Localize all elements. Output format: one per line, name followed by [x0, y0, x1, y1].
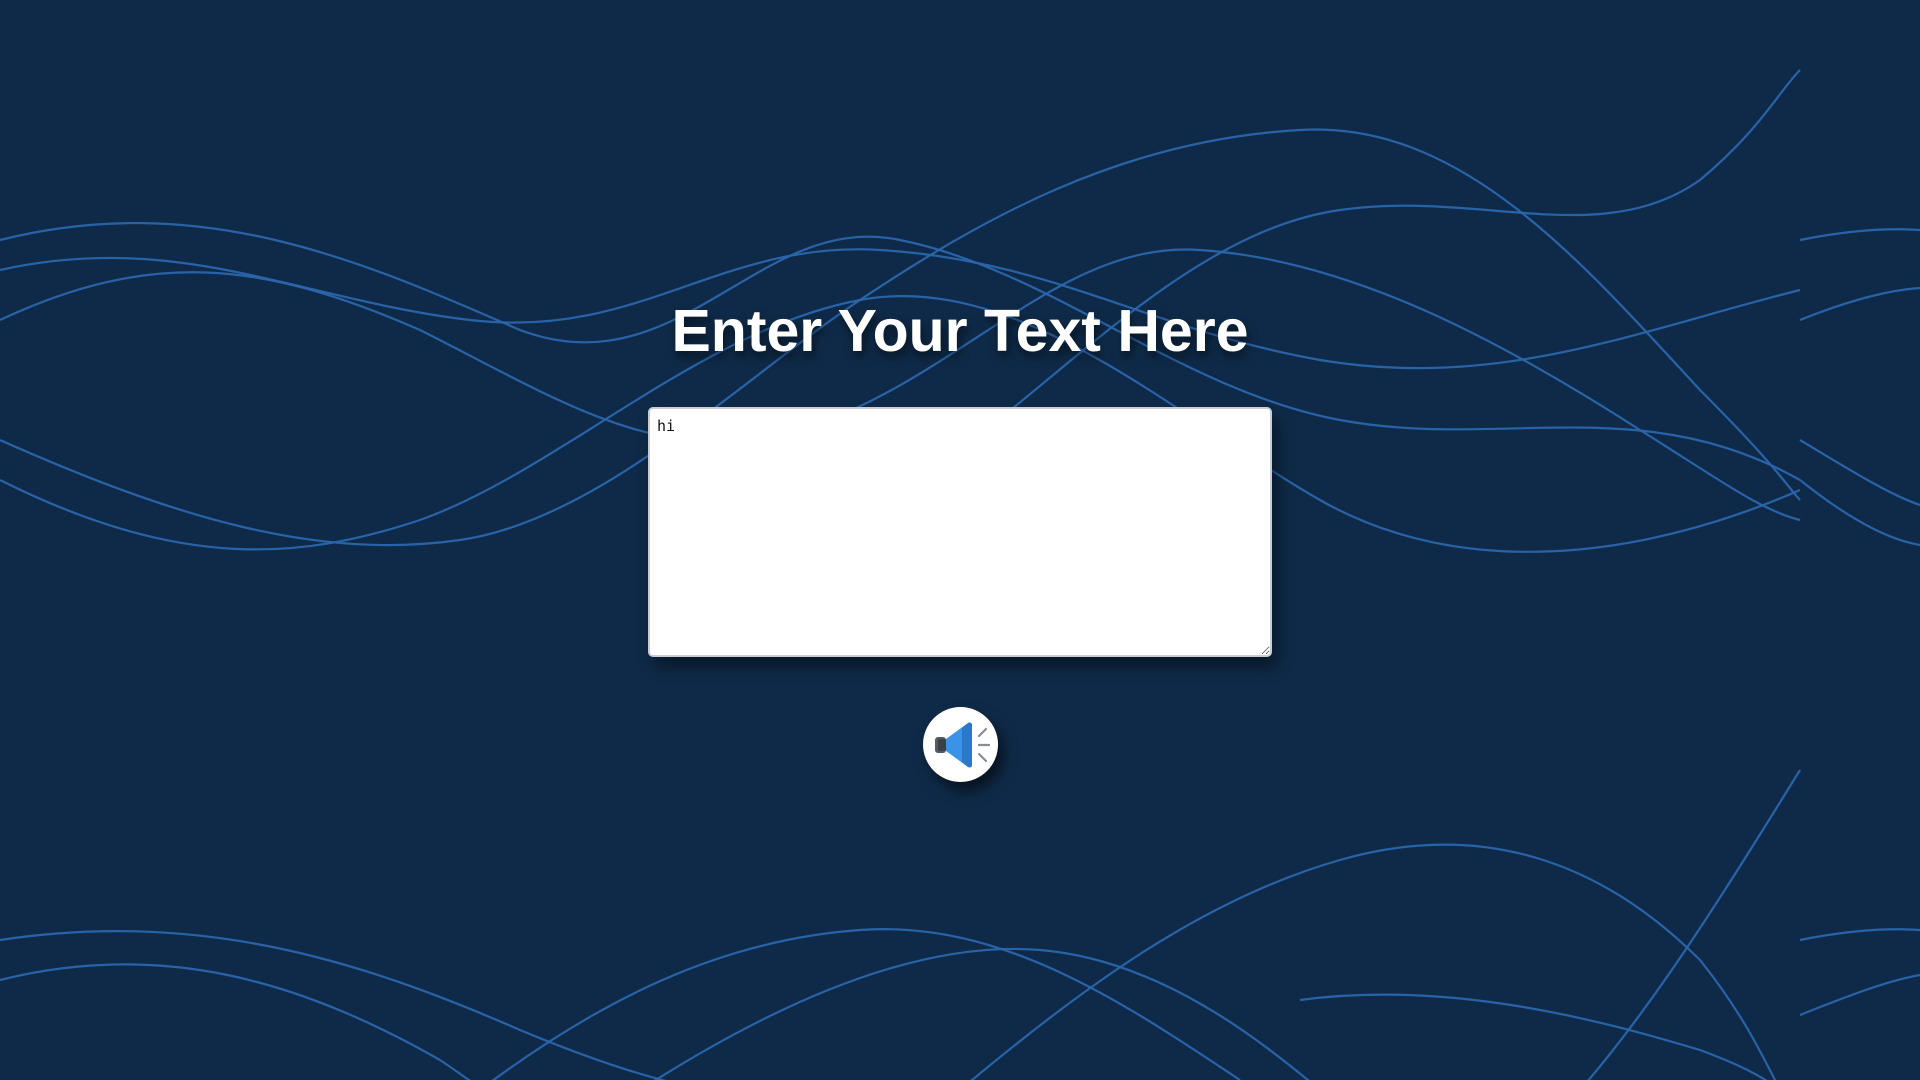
text-input[interactable]: [648, 407, 1272, 657]
page-title: Enter Your Text Here: [671, 298, 1249, 364]
speak-button[interactable]: [923, 707, 998, 782]
speaker-icon: [929, 713, 993, 777]
text-input-container: [648, 407, 1272, 657]
